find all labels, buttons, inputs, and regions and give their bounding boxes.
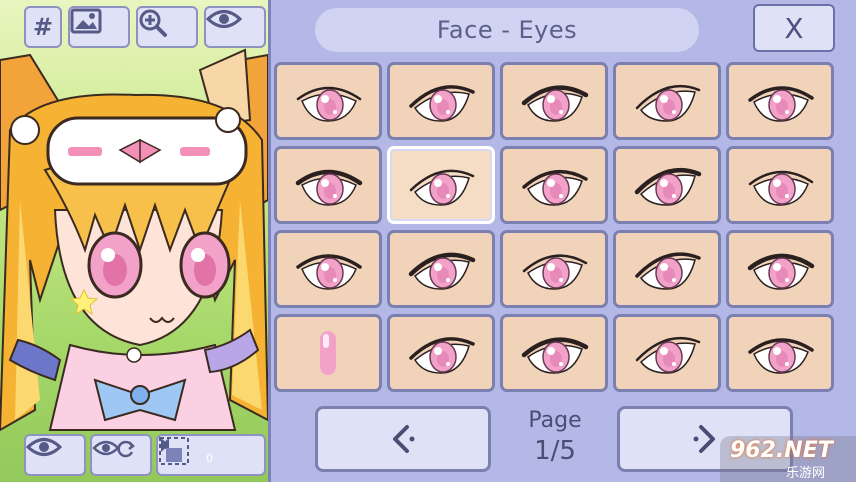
layer-value: 0	[206, 452, 213, 465]
close-button[interactable]: X	[753, 4, 835, 52]
eye-style-icon	[409, 85, 475, 122]
eye-style-icon	[635, 84, 701, 122]
eye-style-icon	[748, 170, 814, 206]
page-number: 1/5	[534, 436, 576, 466]
eye-option[interactable]	[500, 62, 608, 140]
eye-style-icon	[748, 338, 814, 374]
eye-option[interactable]	[500, 230, 608, 308]
eye-options-grid	[274, 62, 836, 392]
eye-style-icon	[295, 169, 363, 206]
eye-option[interactable]	[726, 230, 834, 308]
eye-option[interactable]	[613, 146, 721, 224]
chevron-right-icon	[693, 425, 715, 453]
eye-reset-button[interactable]	[90, 434, 152, 476]
image-icon	[70, 8, 102, 34]
eye-style-icon	[635, 252, 701, 290]
visibility-button[interactable]	[204, 6, 266, 48]
eye-style-icon	[296, 254, 362, 290]
eye-style-icon	[522, 254, 588, 290]
previous-page-button[interactable]	[315, 406, 491, 472]
eye-style-icon	[409, 337, 475, 374]
eye-icon	[206, 10, 242, 28]
eye-style-icon	[748, 86, 814, 122]
eye-option[interactable]	[500, 314, 608, 392]
grid-toggle-button[interactable]: #	[24, 6, 62, 48]
eye-style-icon	[296, 86, 362, 122]
eye-option[interactable]	[613, 62, 721, 140]
eye-style-icon	[409, 169, 475, 206]
eye-option[interactable]	[387, 62, 495, 140]
zoom-button[interactable]	[136, 6, 198, 48]
hash-label: #	[32, 13, 54, 41]
eye-style-icon	[320, 331, 336, 375]
watermark-main: 962.NET	[730, 438, 833, 463]
eye-option[interactable]	[726, 314, 834, 392]
character-illustration	[0, 48, 268, 432]
eye-option[interactable]	[613, 314, 721, 392]
eye-style-icon	[408, 252, 476, 290]
eye-option[interactable]	[726, 146, 834, 224]
eye-option[interactable]	[274, 230, 382, 308]
eye-option[interactable]	[274, 314, 382, 392]
eye-option[interactable]	[613, 230, 721, 308]
eye-option[interactable]	[387, 146, 495, 224]
eye-option[interactable]	[500, 146, 608, 224]
eye-style-icon	[747, 253, 815, 290]
eye-preview-button[interactable]	[24, 434, 86, 476]
eye-style-icon	[521, 337, 589, 374]
eye-style-icon	[522, 169, 588, 206]
eye-option[interactable]	[274, 146, 382, 224]
eye-option[interactable]	[387, 230, 495, 308]
eye-icon	[26, 438, 62, 456]
panel-title: Face - Eyes	[315, 8, 699, 52]
eye-refresh-icon	[92, 440, 135, 458]
page-label: Page	[528, 408, 582, 433]
chevron-right-icon[interactable]	[158, 436, 172, 454]
background-button[interactable]	[68, 6, 130, 48]
chevron-left-icon	[393, 425, 415, 453]
eye-option[interactable]	[274, 62, 382, 140]
zoom-in-icon	[139, 9, 167, 37]
eyes-panel: Face - Eyes X Page 1/5	[268, 0, 856, 482]
eye-option[interactable]	[387, 314, 495, 392]
watermark: 962.NET 乐游网	[720, 436, 856, 482]
eye-style-icon	[635, 336, 701, 374]
eye-option[interactable]	[726, 62, 834, 140]
eye-style-icon	[634, 167, 702, 206]
character-preview: # 0	[0, 0, 268, 482]
watermark-sub: 乐游网	[786, 466, 826, 481]
eye-style-icon	[521, 85, 589, 122]
